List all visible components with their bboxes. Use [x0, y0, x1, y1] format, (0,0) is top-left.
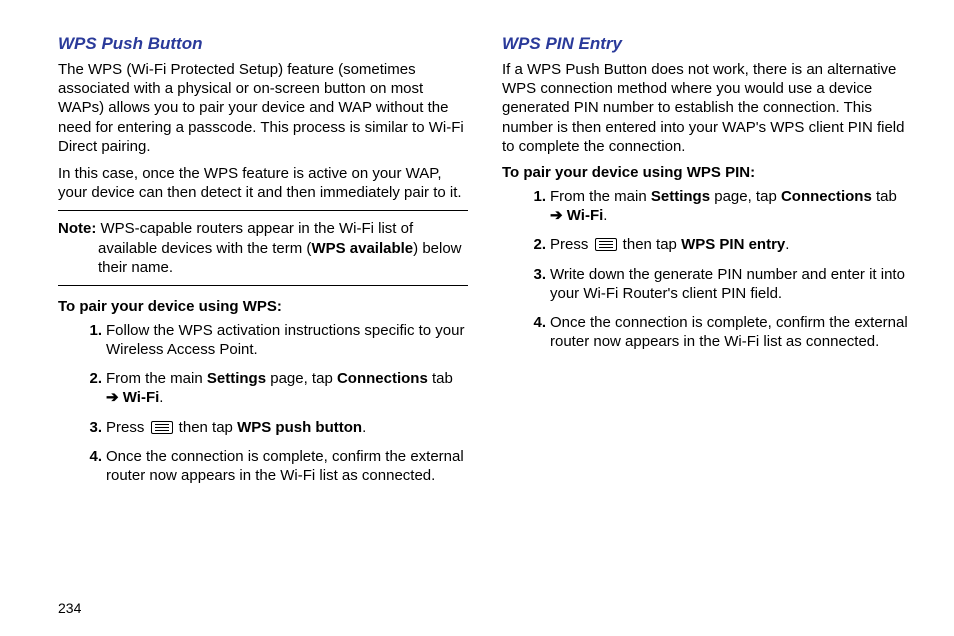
wps-push-step-2: From the main Settings page, tap Connect…	[106, 369, 468, 407]
page: WPS Push Button The WPS (Wi-Fi Protected…	[0, 0, 954, 636]
settings-label: Settings	[651, 188, 710, 205]
wps-pin-step-3: Write down the generate PIN number and e…	[550, 265, 912, 303]
step-text: page, tap	[710, 188, 781, 205]
step-text: Press	[106, 419, 149, 436]
step-text: .	[362, 419, 366, 436]
wps-push-button-heading: WPS Push Button	[58, 34, 468, 54]
step-text: tab	[872, 188, 897, 205]
wifi-label: Wi-Fi	[123, 389, 160, 406]
step-text: tab	[428, 370, 453, 387]
wps-push-button-label: WPS push button	[237, 419, 362, 436]
page-number: 234	[58, 592, 912, 616]
step-text: then tap	[619, 236, 682, 253]
arrow-icon: ➔	[550, 207, 563, 224]
note-label: Note:	[58, 220, 96, 237]
settings-label: Settings	[207, 370, 266, 387]
wps-pin-step-1: From the main Settings page, tap Connect…	[550, 187, 912, 225]
wps-push-steps: Follow the WPS activation instructions s…	[58, 321, 468, 485]
two-column-layout: WPS Push Button The WPS (Wi-Fi Protected…	[58, 34, 912, 592]
wifi-label: Wi-Fi	[567, 207, 604, 224]
wps-push-step-1: Follow the WPS activation instructions s…	[106, 321, 468, 359]
step-text: then tap	[175, 419, 238, 436]
wps-pin-intro-para: If a WPS Push Button does not work, ther…	[502, 60, 912, 156]
wps-push-intro-para-2: In this case, once the WPS feature is ac…	[58, 164, 468, 202]
step-text: From the main	[106, 370, 207, 387]
step-text: .	[159, 389, 163, 406]
step-text: page, tap	[266, 370, 337, 387]
menu-icon	[595, 238, 617, 251]
menu-icon	[151, 421, 173, 434]
arrow-icon: ➔	[106, 389, 119, 406]
wps-pin-entry-heading: WPS PIN Entry	[502, 34, 912, 54]
note-block: Note: WPS-capable routers appear in the …	[58, 210, 468, 286]
wps-pin-step-4: Once the connection is complete, confirm…	[550, 313, 912, 351]
connections-label: Connections	[337, 370, 428, 387]
note-bold-term: WPS available	[311, 240, 413, 257]
step-text: .	[785, 236, 789, 253]
wps-push-step-4: Once the connection is complete, confirm…	[106, 447, 468, 485]
wps-pin-step-2: Press then tap WPS PIN entry.	[550, 235, 912, 254]
wps-pin-entry-label: WPS PIN entry	[681, 236, 785, 253]
wps-pin-steps: From the main Settings page, tap Connect…	[502, 187, 912, 351]
connections-label: Connections	[781, 188, 872, 205]
step-text: .	[603, 207, 607, 224]
wps-pin-instructions-heading: To pair your device using WPS PIN:	[502, 164, 912, 181]
wps-push-intro-para-1: The WPS (Wi-Fi Protected Setup) feature …	[58, 60, 468, 156]
wps-push-step-3: Press then tap WPS push button.	[106, 418, 468, 437]
note-text: Note: WPS-capable routers appear in the …	[58, 219, 468, 277]
step-text: From the main	[550, 188, 651, 205]
step-text: Press	[550, 236, 593, 253]
right-column: WPS PIN Entry If a WPS Push Button does …	[502, 34, 912, 592]
left-column: WPS Push Button The WPS (Wi-Fi Protected…	[58, 34, 468, 592]
wps-push-instructions-heading: To pair your device using WPS:	[58, 298, 468, 315]
